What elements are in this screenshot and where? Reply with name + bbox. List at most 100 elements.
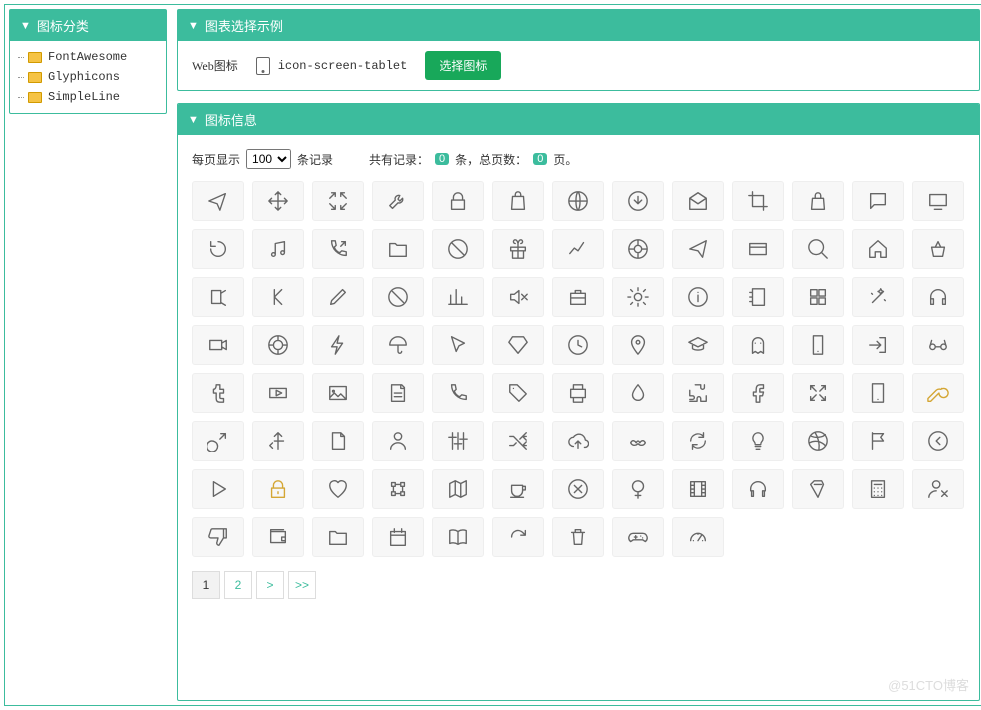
icon-flag[interactable] <box>852 421 904 461</box>
icon-trash[interactable] <box>552 517 604 557</box>
icon-mustache[interactable] <box>612 421 664 461</box>
icon-globe[interactable] <box>552 181 604 221</box>
icon-male[interactable] <box>192 421 244 461</box>
icon-game-controller[interactable] <box>612 517 664 557</box>
icon-energy[interactable] <box>312 325 364 365</box>
icon-volume-off[interactable] <box>492 277 544 317</box>
icon-note[interactable] <box>372 373 424 413</box>
icon-grid[interactable] <box>792 277 844 317</box>
icon-play[interactable] <box>192 469 244 509</box>
icon-prev[interactable] <box>252 277 304 317</box>
icon-pencil[interactable] <box>312 277 364 317</box>
icon-ban2[interactable] <box>372 277 424 317</box>
icon-plane[interactable] <box>192 181 244 221</box>
icon-heart[interactable] <box>312 469 364 509</box>
icon-cursor[interactable] <box>432 325 484 365</box>
icon-user[interactable] <box>372 421 424 461</box>
icon-envelope-open[interactable] <box>672 181 724 221</box>
icon-lock[interactable] <box>432 181 484 221</box>
icon-reload[interactable] <box>192 229 244 269</box>
page-next[interactable]: > <box>256 571 284 599</box>
icon-earphones[interactable] <box>732 469 784 509</box>
icon-speedometer[interactable] <box>672 517 724 557</box>
icon-location-pin[interactable] <box>612 325 664 365</box>
icon-glasses[interactable] <box>912 325 964 365</box>
icon-youtube[interactable] <box>252 373 304 413</box>
icon-folder[interactable] <box>372 229 424 269</box>
icon-arrow-left-circle[interactable] <box>912 421 964 461</box>
icon-headphones[interactable] <box>912 277 964 317</box>
icon-female[interactable] <box>612 469 664 509</box>
icon-graduation[interactable] <box>672 325 724 365</box>
icon-map[interactable] <box>432 469 484 509</box>
icon-key[interactable] <box>912 373 964 413</box>
icon-shuffle[interactable] <box>492 421 544 461</box>
icon-close-circle[interactable] <box>552 469 604 509</box>
select-icon-button[interactable]: 选择图标 <box>425 51 501 80</box>
icon-badge[interactable] <box>792 469 844 509</box>
icon-briefcase[interactable] <box>552 277 604 317</box>
icon-target[interactable] <box>252 325 304 365</box>
icon-wrench[interactable] <box>372 181 424 221</box>
icon-cup[interactable] <box>492 469 544 509</box>
icon-wallet[interactable] <box>252 517 304 557</box>
icon-basket[interactable] <box>912 229 964 269</box>
icon-paper-plane[interactable] <box>672 229 724 269</box>
icon-tablet[interactable] <box>852 373 904 413</box>
tree-item-glyphicons[interactable]: Glyphicons <box>14 67 162 87</box>
icon-settings[interactable] <box>612 277 664 317</box>
icon-camcorder[interactable] <box>192 325 244 365</box>
icon-magnifier[interactable] <box>792 229 844 269</box>
icon-facebook[interactable] <box>732 373 784 413</box>
tree-item-fontawesome[interactable]: FontAwesome <box>14 47 162 67</box>
icon-magic-wand[interactable] <box>852 277 904 317</box>
icon-login[interactable] <box>852 325 904 365</box>
icon-umbrella[interactable] <box>372 325 424 365</box>
icon-tag[interactable] <box>492 373 544 413</box>
icon-share-alt[interactable] <box>192 277 244 317</box>
icon-diamond[interactable] <box>492 325 544 365</box>
icon-call-in[interactable] <box>312 229 364 269</box>
icon-folder2[interactable] <box>312 517 364 557</box>
icon-home[interactable] <box>852 229 904 269</box>
icon-notebook[interactable] <box>732 277 784 317</box>
icon-book-open[interactable] <box>432 517 484 557</box>
icon-move[interactable] <box>252 181 304 221</box>
per-page-select[interactable]: 100 <box>246 149 291 169</box>
icon-dislike[interactable] <box>192 517 244 557</box>
icon-compress[interactable] <box>312 181 364 221</box>
icon-printer[interactable] <box>552 373 604 413</box>
icon-handbag[interactable] <box>792 181 844 221</box>
icon-action-redo[interactable] <box>492 517 544 557</box>
icon-info[interactable] <box>672 277 724 317</box>
page-2[interactable]: 2 <box>224 571 252 599</box>
icon-equalizer[interactable] <box>432 421 484 461</box>
icon-ban[interactable] <box>432 229 484 269</box>
icon-calendar[interactable] <box>372 517 424 557</box>
icon-bulb[interactable] <box>732 421 784 461</box>
page-last[interactable]: >> <box>288 571 316 599</box>
icon-film[interactable] <box>672 469 724 509</box>
icon-drop[interactable] <box>612 373 664 413</box>
icon-tumblr[interactable] <box>192 373 244 413</box>
icon-vector[interactable] <box>372 469 424 509</box>
icon-phone[interactable] <box>432 373 484 413</box>
icon-bag[interactable] <box>492 181 544 221</box>
icon-lock2[interactable] <box>252 469 304 509</box>
icon-support[interactable] <box>612 229 664 269</box>
icon-music[interactable] <box>252 229 304 269</box>
icon-dribbble[interactable] <box>792 421 844 461</box>
icon-speech[interactable] <box>852 181 904 221</box>
icon-clock[interactable] <box>552 325 604 365</box>
icon-picture[interactable] <box>312 373 364 413</box>
icon-crop[interactable] <box>732 181 784 221</box>
page-1[interactable]: 1 <box>192 571 220 599</box>
icon-download-circle[interactable] <box>612 181 664 221</box>
icon-doc[interactable] <box>312 421 364 461</box>
icon-refresh[interactable] <box>672 421 724 461</box>
icon-smartphone[interactable] <box>792 325 844 365</box>
icon-credit-card[interactable] <box>732 229 784 269</box>
icon-cloud-upload[interactable] <box>552 421 604 461</box>
icon-screen[interactable] <box>912 181 964 221</box>
icon-ghost[interactable] <box>732 325 784 365</box>
